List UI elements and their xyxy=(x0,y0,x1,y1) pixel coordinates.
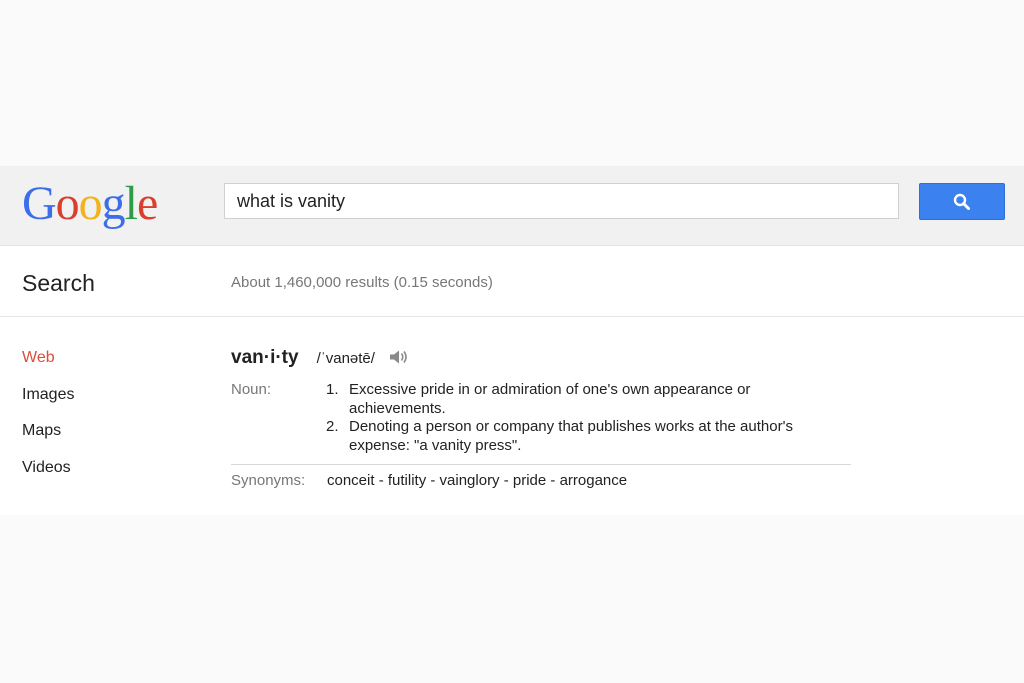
nav-item-videos[interactable]: Videos xyxy=(22,457,74,494)
noun-definitions: Noun: 1. Excessive pride in or admiratio… xyxy=(231,381,851,455)
sense-number: 1. xyxy=(326,381,339,398)
logo-letter: G xyxy=(22,177,57,230)
results-area: Web Images Maps Videos van·i·ty /ˈvanətē… xyxy=(0,317,1024,515)
sense-text: Excessive pride in or admiration of one'… xyxy=(349,381,751,417)
logo-letter: e xyxy=(137,177,158,230)
phonetic: /ˈvanətē/ xyxy=(316,350,375,367)
search-type-nav: Web Images Maps Videos xyxy=(22,347,74,493)
nav-item-web[interactable]: Web xyxy=(22,347,74,384)
logo-letter: g xyxy=(101,177,126,230)
search-button[interactable] xyxy=(919,183,1005,220)
headword: van·i·ty xyxy=(231,347,299,368)
nav-item-maps[interactable]: Maps xyxy=(22,420,74,457)
sense-item: 2. Denoting a person or company that pub… xyxy=(326,418,826,455)
divider xyxy=(231,464,851,465)
page: Google Search About 1,460,000 results (0… xyxy=(0,0,1024,683)
headword-line: van·i·ty /ˈvanətē/ xyxy=(231,347,851,373)
logo-letter: o xyxy=(55,177,80,230)
sense-list: 1. Excessive pride in or admiration of o… xyxy=(326,381,826,455)
google-logo[interactable]: Google xyxy=(22,176,158,232)
sense-text: Denoting a person or company that publis… xyxy=(349,418,793,454)
logo-letter: o xyxy=(78,177,103,230)
sense-item: 1. Excessive pride in or admiration of o… xyxy=(326,381,826,418)
synonyms-list[interactable]: conceit - futility - vainglory - pride -… xyxy=(327,472,627,489)
header-bar: Google xyxy=(0,166,1024,246)
result-stats: About 1,460,000 results (0.15 seconds) xyxy=(231,274,493,291)
nav-item-images[interactable]: Images xyxy=(22,384,74,421)
subheader-bar: Search About 1,460,000 results (0.15 sec… xyxy=(0,246,1024,317)
speaker-icon[interactable] xyxy=(389,349,409,370)
section-title: Search xyxy=(22,270,95,296)
synonyms-row: Synonyms: conceit - futility - vainglory… xyxy=(231,472,851,489)
dictionary-card: van·i·ty /ˈvanətē/ Noun: 1. Excessive pr… xyxy=(231,347,851,489)
sense-number: 2. xyxy=(326,418,339,435)
synonyms-label: Synonyms: xyxy=(231,472,306,489)
logo-letter: l xyxy=(124,177,138,230)
search-input[interactable] xyxy=(224,183,899,219)
part-of-speech: Noun: xyxy=(231,381,272,398)
search-icon xyxy=(953,193,970,210)
